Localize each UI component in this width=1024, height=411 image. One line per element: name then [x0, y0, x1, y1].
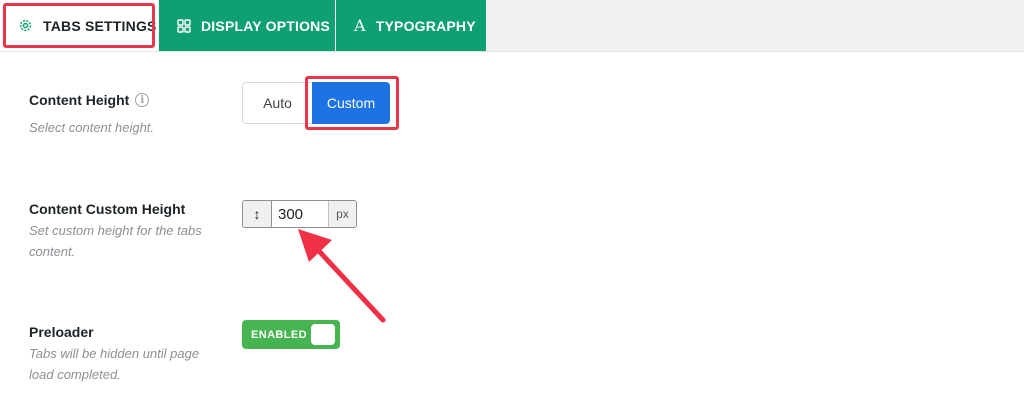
tab-label: DISPLAY OPTIONS	[201, 17, 331, 34]
content-height-segmented-control: Auto Custom	[242, 82, 390, 124]
vertical-resize-icon: ↕	[243, 201, 272, 227]
custom-height-input[interactable]	[272, 201, 328, 227]
content-height-label-text: Content Height	[29, 92, 130, 108]
toggle-label: ENABLED	[251, 328, 307, 341]
description-line: content.	[29, 244, 76, 259]
gear-icon	[18, 18, 33, 33]
description-line: load completed.	[29, 367, 121, 382]
preloader-toggle[interactable]: ENABLED	[242, 320, 340, 349]
content-custom-height-description: Set custom height for the tabs content.	[29, 220, 202, 262]
auto-button[interactable]: Auto	[242, 82, 312, 124]
tab-typography[interactable]: A TYPOGRAPHY	[336, 0, 486, 51]
info-icon[interactable]: i	[135, 93, 150, 107]
content-custom-height-label: Content Custom Height	[29, 201, 185, 217]
toggle-knob	[311, 324, 335, 345]
font-icon: A	[354, 16, 366, 35]
tab-tabs-settings[interactable]: TABS SETTINGS	[0, 0, 158, 51]
custom-button[interactable]: Custom	[312, 82, 390, 124]
description-line: Tabs will be hidden until page	[29, 346, 200, 361]
unit-label: px	[328, 201, 356, 227]
content-custom-height-label-text: Content Custom Height	[29, 201, 186, 217]
grid-icon	[177, 18, 191, 33]
preloader-description: Tabs will be hidden until page load comp…	[29, 343, 199, 385]
content-height-description: Select content height.	[29, 120, 155, 135]
preloader-label: Preloader	[29, 324, 94, 340]
tab-label: TABS SETTINGS	[43, 17, 157, 34]
tab-bar: TABS SETTINGS DISPLAY OPTIONS A TYPOGRAP…	[0, 0, 1024, 52]
tab-label: TYPOGRAPHY	[375, 17, 476, 34]
custom-height-input-group: ↕ px	[242, 200, 357, 228]
content-height-label: Content Height i	[29, 92, 150, 108]
preloader-label-text: Preloader	[29, 324, 94, 340]
description-line: Set custom height for the tabs	[29, 223, 202, 238]
tab-display-options[interactable]: DISPLAY OPTIONS	[159, 0, 335, 51]
